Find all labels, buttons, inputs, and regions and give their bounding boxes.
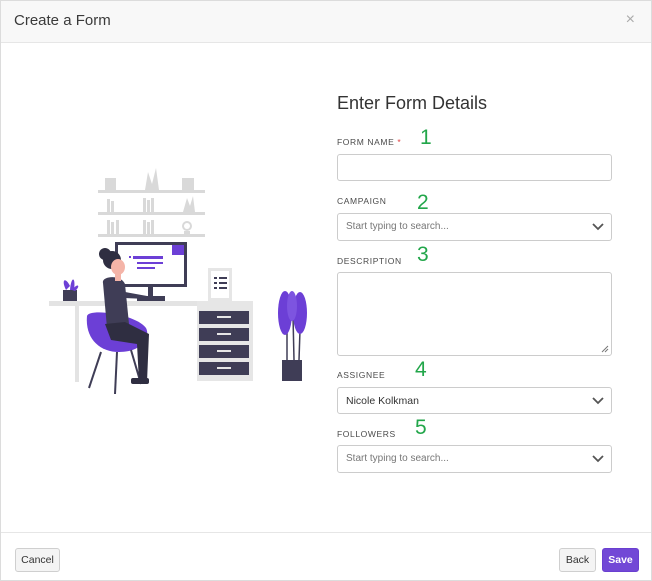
form-name-label: FORM NAME *: [337, 137, 402, 147]
campaign-select[interactable]: Start typing to search...: [337, 213, 612, 241]
followers-label: FOLLOWERS: [337, 429, 396, 439]
campaign-placeholder: Start typing to search...: [346, 221, 449, 232]
form-heading: Enter Form Details: [337, 93, 488, 113]
followers-placeholder: Start typing to search...: [346, 453, 449, 464]
field-marker-3: 3: [417, 243, 429, 266]
cancel-button[interactable]: Cancel: [15, 548, 60, 572]
assignee-label: ASSIGNEE: [337, 370, 386, 380]
form-name-input[interactable]: [337, 154, 612, 181]
field-marker-4: 4: [415, 358, 427, 381]
resize-grip-icon[interactable]: [601, 345, 609, 353]
assignee-value: Nicole Kolkman: [346, 395, 419, 407]
chevron-down-icon: [592, 397, 604, 405]
workspace-illustration: [49, 168, 307, 395]
chevron-down-icon: [592, 223, 604, 231]
campaign-label: CAMPAIGN: [337, 196, 387, 206]
field-marker-1: 1: [420, 126, 432, 149]
modal-title: Create a Form: [14, 12, 111, 29]
field-marker-5: 5: [415, 416, 427, 439]
chevron-down-icon: [592, 455, 604, 463]
assignee-select[interactable]: Nicole Kolkman: [337, 387, 612, 414]
description-textarea[interactable]: [337, 272, 612, 356]
modal-header: Create a Form ×: [1, 1, 651, 43]
close-icon[interactable]: ×: [626, 11, 635, 29]
save-button[interactable]: Save: [602, 548, 639, 572]
required-marker: *: [397, 137, 402, 147]
description-label: DESCRIPTION: [337, 256, 402, 266]
followers-select[interactable]: Start typing to search...: [337, 445, 612, 473]
field-marker-2: 2: [417, 191, 429, 214]
footer-divider: [1, 532, 651, 533]
create-form-modal: Create a Form × Enter Form Details FORM …: [0, 0, 652, 581]
back-button[interactable]: Back: [559, 548, 596, 572]
